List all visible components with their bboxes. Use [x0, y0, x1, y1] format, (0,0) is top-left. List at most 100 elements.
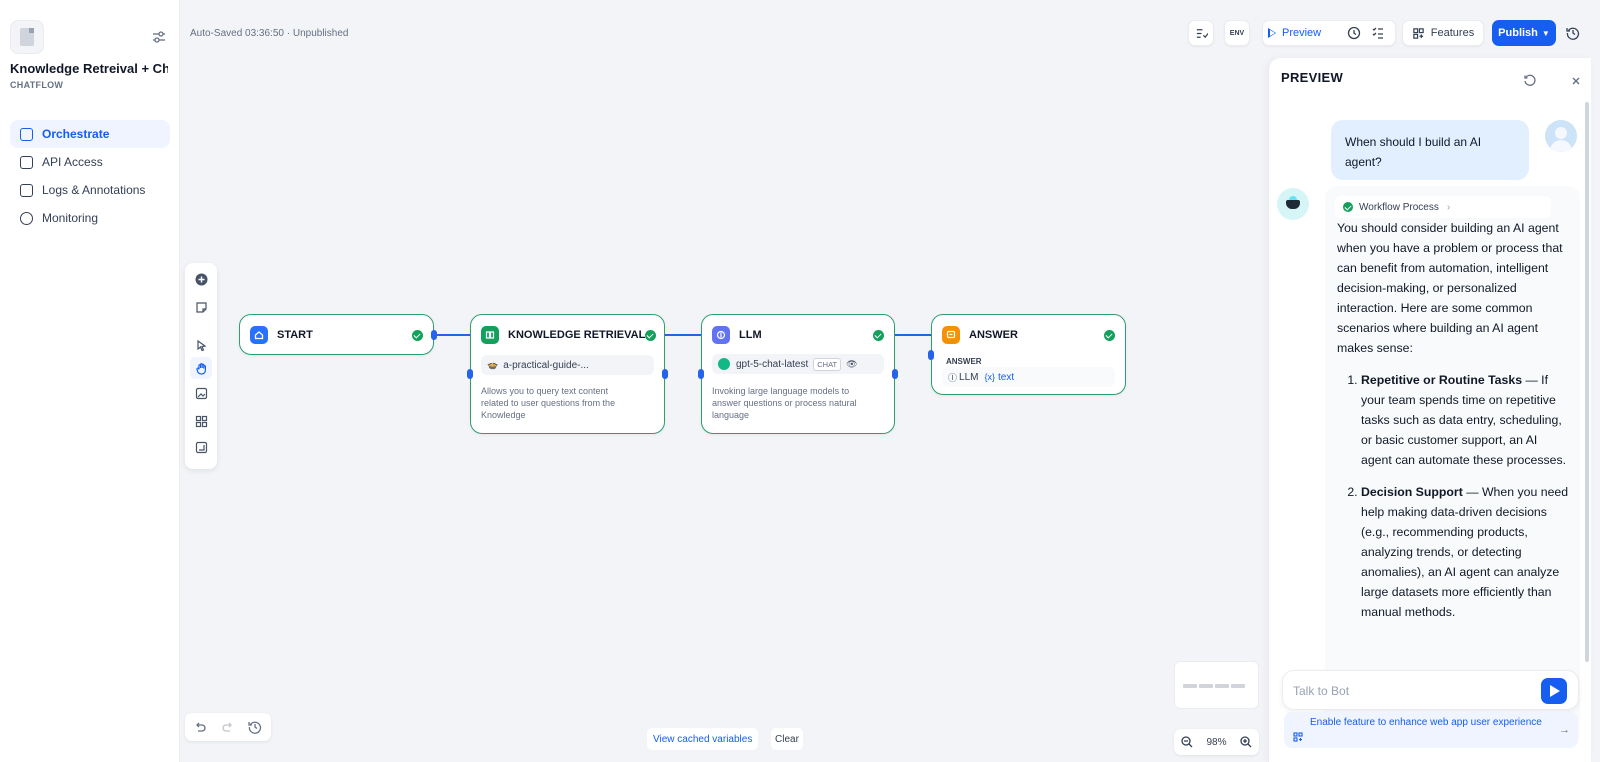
- desc-line: Knowledge: [481, 410, 526, 420]
- zoom-controls: 98%: [1174, 729, 1259, 755]
- terminal-icon: [20, 155, 33, 169]
- dataset-chip[interactable]: 🍲 a-practical-guide-...: [481, 355, 654, 375]
- maximize-canvas-icon[interactable]: [193, 439, 209, 455]
- publish-button[interactable]: Publish ▼: [1492, 20, 1556, 46]
- sidebar-item-orchestrate[interactable]: Orchestrate: [10, 120, 170, 148]
- workflow-process-label: Workflow Process: [1359, 201, 1439, 213]
- zoom-out-icon[interactable]: [1181, 736, 1193, 748]
- preview-label: Preview: [1282, 27, 1322, 39]
- desc-line: related to user questions from the: [481, 398, 616, 408]
- success-check-icon: [645, 329, 657, 341]
- knowledge-retrieval-node[interactable]: KNOWLEDGE RETRIEVAL 🍲 a-practical-guide-…: [467, 314, 668, 434]
- add-node-icon[interactable]: [193, 271, 209, 287]
- bot-message: Workflow Process › You should consider b…: [1325, 186, 1580, 746]
- answer-node[interactable]: ANSWER ANSWER Ⓘ LLM {x} text: [928, 314, 1126, 395]
- output-handle[interactable]: [662, 369, 668, 379]
- history-icon[interactable]: [248, 720, 262, 734]
- item-title: Repetitive or Routine Tasks: [1361, 373, 1523, 387]
- output-handle[interactable]: [892, 369, 898, 379]
- clear-button[interactable]: Clear: [771, 728, 803, 750]
- minimap-node: [1231, 684, 1245, 688]
- input-handle[interactable]: [928, 349, 934, 360]
- vision-icon: 👁: [846, 358, 858, 369]
- app-icon: [10, 20, 44, 54]
- brain-icon: [712, 326, 730, 344]
- start-node[interactable]: START: [239, 314, 437, 355]
- dataset-name: a-practical-guide-...: [503, 359, 589, 371]
- env-label: ENV: [1229, 29, 1245, 37]
- sidebar-item-monitoring[interactable]: Monitoring: [10, 204, 170, 232]
- item-title: Decision Support: [1361, 485, 1463, 499]
- pointer-icon[interactable]: [193, 337, 209, 353]
- sidebar-item-logs[interactable]: Logs & Annotations: [10, 176, 170, 204]
- chevron-down-icon: ▼: [1541, 28, 1550, 38]
- organize-blocks-icon[interactable]: [193, 413, 209, 429]
- layout-icon: [20, 127, 33, 141]
- add-note-icon[interactable]: [193, 299, 209, 315]
- send-button[interactable]: [1541, 678, 1567, 704]
- answer-list: Repetitive or Routine Tasks — If your te…: [1361, 370, 1569, 622]
- answer-list-item: Repetitive or Routine Tasks — If your te…: [1361, 370, 1569, 470]
- sidebar-item-label: Monitoring: [42, 211, 99, 225]
- sliders-icon[interactable]: [150, 28, 168, 46]
- autosave-status: Auto-Saved 03:36:50 · Unpublished: [190, 28, 349, 39]
- input-handle[interactable]: [698, 369, 704, 379]
- ref-node-name: LLM: [959, 371, 979, 383]
- llm-node[interactable]: LLM gpt-5-chat-latest CHAT 👁 Invoking la…: [698, 314, 898, 434]
- workflow-process-toggle[interactable]: Workflow Process ›: [1335, 196, 1551, 218]
- sidebar-item-api-access[interactable]: API Access: [10, 148, 170, 176]
- success-check-icon: [412, 329, 423, 341]
- version-history-icon[interactable]: [1566, 26, 1580, 40]
- preview-button[interactable]: Preview: [1268, 21, 1322, 45]
- answer-variable-ref[interactable]: Ⓘ LLM {x} text: [942, 367, 1115, 387]
- close-icon[interactable]: [1571, 76, 1581, 86]
- export-image-icon[interactable]: [193, 385, 209, 401]
- minimap-node: [1215, 684, 1229, 688]
- view-cached-variables-button[interactable]: View cached variables: [647, 728, 759, 750]
- features-label: Features: [1430, 27, 1475, 39]
- redo-icon[interactable]: [221, 720, 235, 734]
- refresh-icon[interactable]: [1523, 74, 1536, 87]
- scrollbar[interactable]: [1585, 102, 1589, 662]
- zoom-level[interactable]: 98%: [1206, 737, 1226, 748]
- node-title: ANSWER: [969, 329, 1018, 341]
- bot-avatar: [1277, 188, 1309, 220]
- sidebar-item-label: API Access: [42, 155, 103, 169]
- answer-intro: You should consider building an AI agent…: [1337, 221, 1563, 355]
- chevron-right-icon: ›: [1446, 201, 1451, 213]
- node-header: ANSWER: [942, 325, 1115, 345]
- dashboard-icon: [20, 211, 33, 225]
- preview-group: Preview: [1262, 20, 1396, 46]
- zoom-in-icon[interactable]: [1240, 736, 1252, 748]
- minimap[interactable]: [1174, 661, 1259, 709]
- dataset-icon: 🍲: [487, 359, 499, 370]
- undo-icon[interactable]: [193, 720, 207, 734]
- node-title: KNOWLEDGE RETRIEVAL: [508, 329, 646, 341]
- success-check-icon: [1343, 202, 1353, 212]
- user-avatar: [1545, 120, 1577, 152]
- sidebar-item-label: Logs & Annotations: [42, 183, 146, 197]
- arrow-right-icon: →: [1559, 724, 1570, 736]
- minimap-node: [1199, 684, 1213, 688]
- history-icon[interactable]: [1347, 26, 1361, 40]
- hand-icon[interactable]: [190, 357, 212, 379]
- output-handle[interactable]: [431, 329, 437, 340]
- item-text: — If your team spends time on repetitive…: [1361, 373, 1567, 467]
- env-button[interactable]: ENV: [1224, 20, 1250, 46]
- checklist-button[interactable]: [1188, 20, 1214, 46]
- edge-knowledge-llm: [665, 334, 701, 336]
- features-button[interactable]: Features: [1402, 20, 1484, 46]
- answer-list-item: Decision Support — When you need help ma…: [1361, 482, 1569, 622]
- bot-answer: You should consider building an AI agent…: [1337, 218, 1569, 634]
- checklist-icon[interactable]: [1371, 26, 1385, 40]
- file-list-icon: [20, 183, 33, 197]
- node-title: LLM: [739, 329, 762, 341]
- model-chip[interactable]: gpt-5-chat-latest CHAT 👁: [712, 354, 884, 374]
- input-handle[interactable]: [467, 369, 473, 379]
- canvas-toolbar: [185, 263, 217, 469]
- sidebar-item-label: Orchestrate: [42, 127, 110, 141]
- grid-plus-icon: [1293, 732, 1303, 742]
- chat-input[interactable]: [1293, 681, 1523, 701]
- enable-feature-banner[interactable]: Enable feature to enhance web app user e…: [1284, 712, 1578, 748]
- book-icon: [481, 326, 499, 344]
